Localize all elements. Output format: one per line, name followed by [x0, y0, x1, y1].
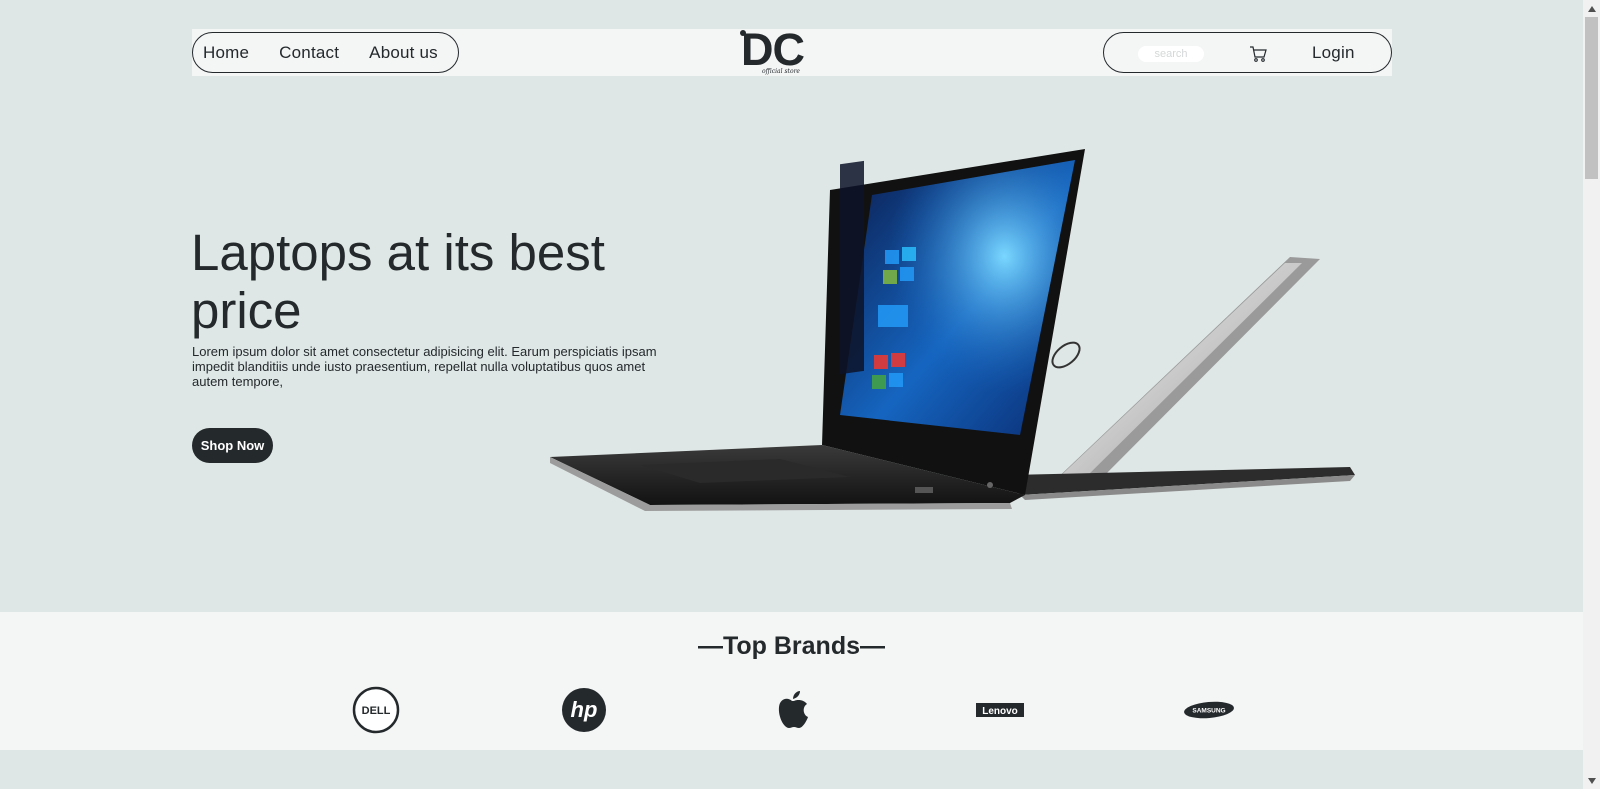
logo-tagline: official store — [762, 68, 800, 75]
top-brands-section: —Top Brands— DELL hp Lenovo SAMSUNG — [0, 612, 1583, 750]
brands-title: —Top Brands— — [697, 632, 886, 660]
next-section — [0, 750, 1583, 789]
svg-text:hp: hp — [571, 697, 598, 722]
svg-text:Lenovo: Lenovo — [982, 706, 1018, 717]
nav-contact-link[interactable]: Contact — [279, 43, 339, 63]
search-input[interactable] — [1138, 46, 1204, 62]
page-scrollbar[interactable] — [1583, 0, 1600, 789]
cart-icon[interactable] — [1249, 45, 1267, 63]
hp-logo[interactable]: hp — [558, 684, 610, 736]
shop-now-button[interactable]: Shop Now — [192, 428, 273, 463]
main-nav: Home Contact About us — [192, 32, 459, 73]
header-actions: Login — [1103, 32, 1392, 73]
login-link[interactable]: Login — [1312, 43, 1355, 63]
scroll-thumb[interactable] — [1585, 17, 1598, 179]
scroll-down-icon[interactable] — [1583, 772, 1600, 789]
dell-logo[interactable]: DELL — [350, 684, 402, 736]
apple-logo[interactable] — [766, 684, 818, 736]
lenovo-logo[interactable]: Lenovo — [974, 684, 1026, 736]
nav-home-link[interactable]: Home — [203, 43, 249, 63]
svg-text:SAMSUNG: SAMSUNG — [1192, 708, 1225, 715]
site-logo[interactable]: DC official store — [737, 24, 829, 80]
scroll-up-icon[interactable] — [1583, 0, 1600, 17]
nav-about-link[interactable]: About us — [369, 43, 438, 63]
svg-text:DELL: DELL — [362, 705, 391, 717]
page-viewport: Home Contact About us DC official store … — [0, 0, 1583, 789]
samsung-logo[interactable]: SAMSUNG — [1182, 684, 1236, 736]
laptop-image — [550, 149, 1355, 511]
